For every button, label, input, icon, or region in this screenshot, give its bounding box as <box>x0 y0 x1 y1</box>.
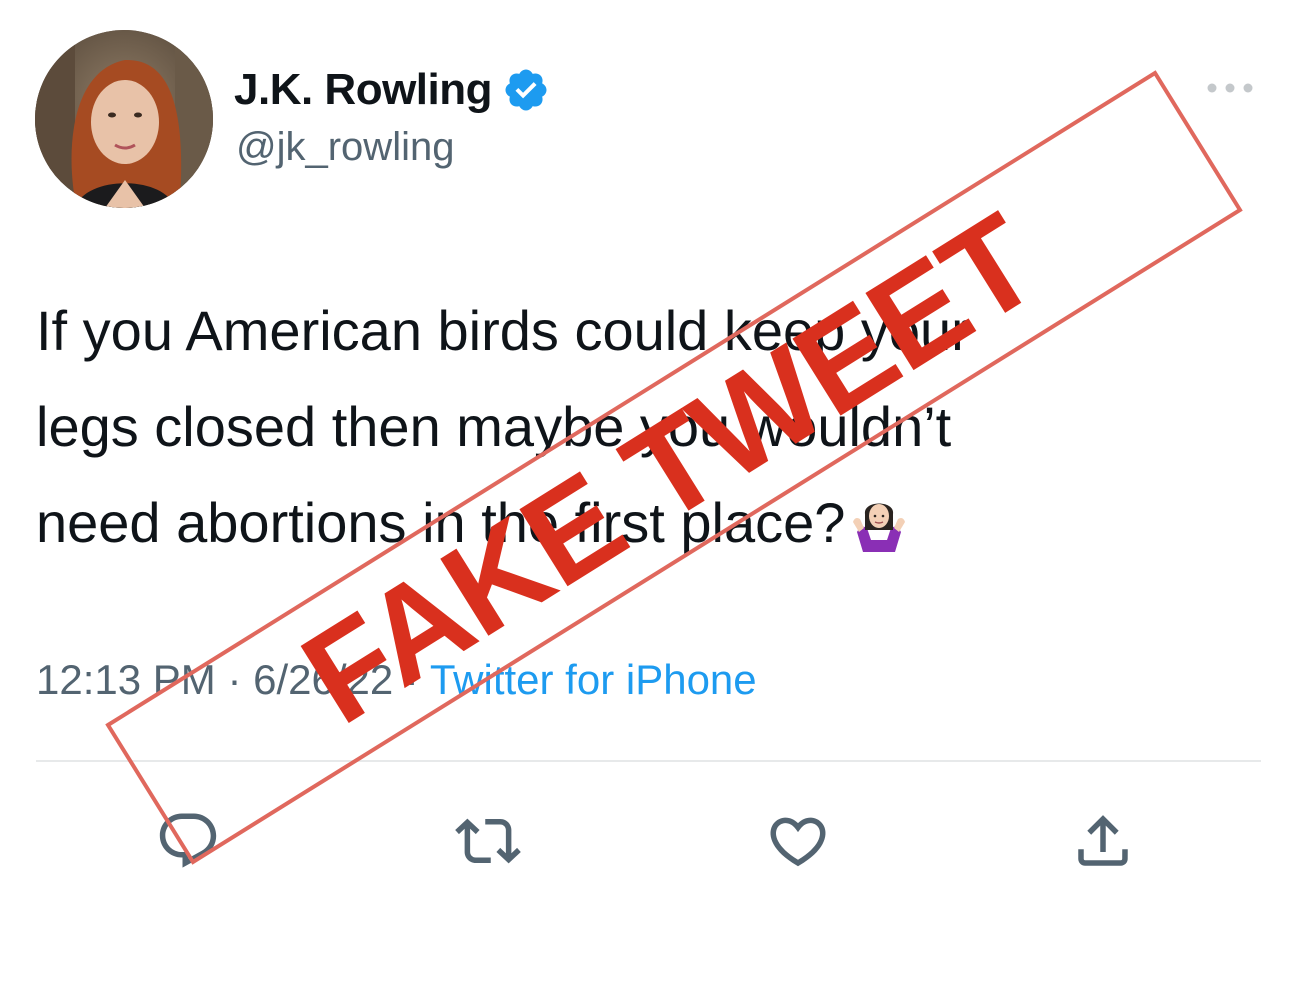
user-handle[interactable]: @jk_rowling <box>236 125 454 170</box>
tweet-text-line-3: need abortions in the first place? <box>36 491 846 554</box>
reply-icon <box>159 813 217 868</box>
heart-icon <box>770 817 826 867</box>
retweet-icon <box>455 818 521 864</box>
meta-separator: · <box>215 656 254 703</box>
reply-button[interactable] <box>155 808 221 874</box>
tweet-card: J.K. Rowling @jk_rowling If you American… <box>0 0 1290 982</box>
more-options-icon[interactable] <box>1200 78 1260 98</box>
divider <box>36 760 1261 762</box>
tweet-date[interactable]: 6/26/22 <box>253 656 393 703</box>
tweet-text-line-2: legs closed then maybe you wouldn’t <box>36 395 952 458</box>
share-icon <box>1078 815 1128 866</box>
share-button[interactable] <box>1070 808 1136 874</box>
tweet-source-link[interactable]: Twitter for iPhone <box>430 656 757 703</box>
tweet-text-line-1: If you American birds could keep your <box>36 299 970 362</box>
meta-separator-2: · <box>393 656 430 703</box>
person-shrugging-emoji-icon <box>851 485 907 552</box>
like-button[interactable] <box>765 808 831 874</box>
display-name[interactable]: J.K. Rowling <box>234 65 493 115</box>
retweet-button[interactable] <box>455 808 521 874</box>
avatar[interactable] <box>35 30 213 208</box>
author-name-row: J.K. Rowling <box>234 60 550 120</box>
profile-photo-icon <box>35 30 213 208</box>
tweet-time[interactable]: 12:13 PM <box>36 656 216 703</box>
tweet-text: If you American birds could keep your le… <box>36 283 1266 571</box>
verified-badge-icon <box>502 66 550 114</box>
tweet-meta: 12:13 PM · 6/26/22 · Twitter for iPhone <box>36 656 757 704</box>
